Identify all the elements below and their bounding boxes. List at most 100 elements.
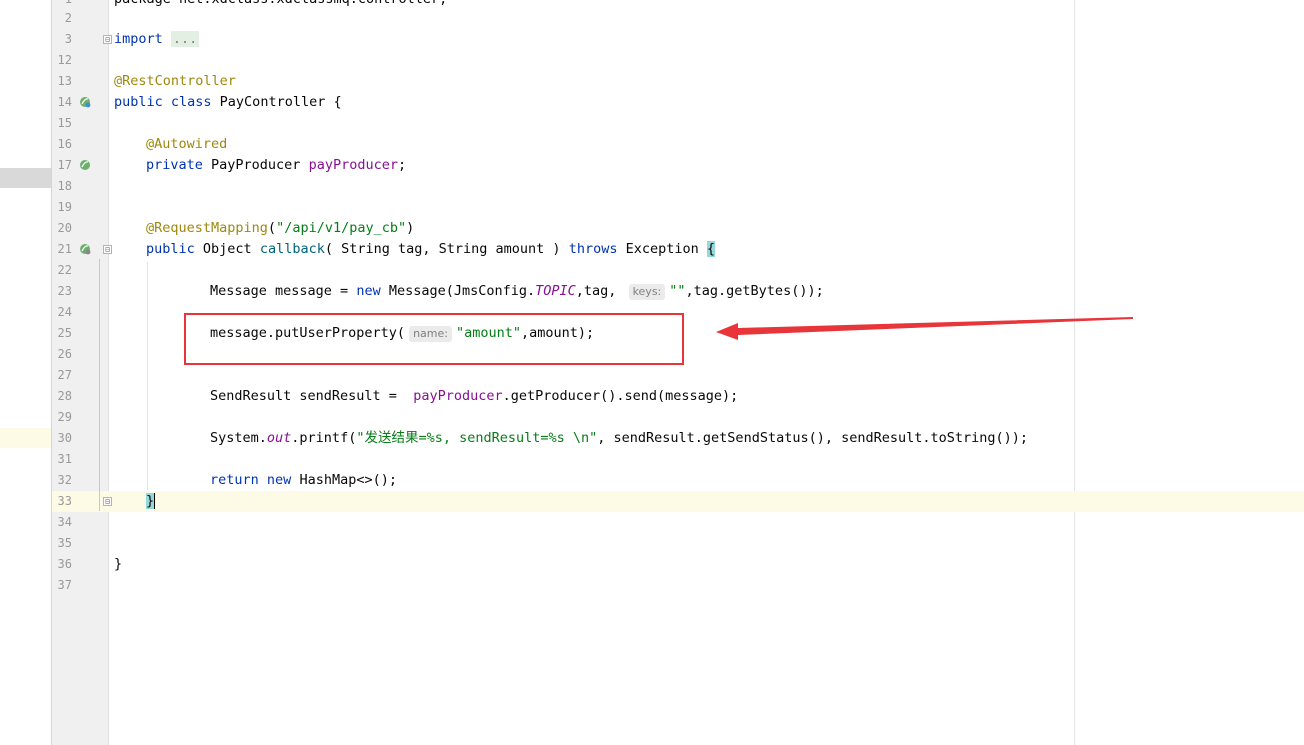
spring-request-mapping-icon[interactable] xyxy=(79,243,91,255)
code-line[interactable]: 37 xyxy=(52,575,1304,596)
line-number: 27 xyxy=(57,368,72,382)
code-line[interactable]: 34 xyxy=(52,512,1304,533)
line-number: 12 xyxy=(57,53,72,67)
code-fragment: ) xyxy=(406,220,415,236)
line-number: 28 xyxy=(57,389,72,403)
matched-brace: { xyxy=(706,241,716,257)
line-number: 3 xyxy=(64,32,72,46)
line-number: 25 xyxy=(57,326,72,340)
code-line[interactable]: 2 xyxy=(52,8,1304,29)
annotation: @Autowired xyxy=(146,136,228,152)
text-caret xyxy=(154,493,156,509)
spring-autowired-icon[interactable] xyxy=(79,159,91,171)
fold-region-line xyxy=(99,259,100,511)
line-number: 37 xyxy=(57,578,72,592)
code-text: System.out.printf("发送结果=%s, sendResult=%… xyxy=(210,428,1028,449)
code-fragment: SendResult sendResult = xyxy=(210,388,414,404)
code-line[interactable]: 18 xyxy=(52,176,1304,197)
code-line[interactable]: 28 SendResult sendResult = payProducer.g… xyxy=(52,386,1304,407)
code-line[interactable]: 32 return new HashMap<>(); xyxy=(52,470,1304,491)
line-number: 24 xyxy=(57,305,72,319)
string-literal: "/api/v1/pay_cb" xyxy=(276,220,407,236)
code-line[interactable]: 36 } xyxy=(52,554,1304,575)
code-line[interactable]: 15 xyxy=(52,113,1304,134)
code-text: @RequestMapping("/api/v1/pay_cb") xyxy=(146,218,414,239)
fold-icon[interactable]: ⊟ xyxy=(103,35,112,44)
code-line[interactable]: 3 ⊟ import ... xyxy=(52,29,1304,50)
code-line[interactable]: 31 xyxy=(52,449,1304,470)
code-fragment: PayController { xyxy=(211,94,342,110)
keyword: return xyxy=(210,472,259,488)
folded-imports[interactable]: ... xyxy=(170,31,200,47)
keyword: public class xyxy=(114,94,212,110)
code-line[interactable]: 35 xyxy=(52,533,1304,554)
highlight-box xyxy=(184,313,684,365)
parameter-hint: keys: xyxy=(628,284,666,300)
line-number: 23 xyxy=(57,284,72,298)
annotation: @RestController xyxy=(114,73,236,89)
line-number: 20 xyxy=(57,221,72,235)
line-number: 31 xyxy=(57,452,72,466)
line-number: 22 xyxy=(57,263,72,277)
left-panel-caret-row xyxy=(0,428,51,448)
annotation-arrow xyxy=(716,317,1133,340)
annotation: @RequestMapping xyxy=(146,220,268,236)
code-text: return new HashMap<>(); xyxy=(210,470,397,491)
code-line[interactable]: 21 ⊟ public Object callback( String tag,… xyxy=(52,239,1304,260)
code-line[interactable]: 12 xyxy=(52,50,1304,71)
code-line[interactable]: 13 @RestController xyxy=(52,71,1304,92)
string-literal: "" xyxy=(669,283,686,299)
code-text: } xyxy=(114,554,122,575)
code-line[interactable]: 29 xyxy=(52,407,1304,428)
line-number: 17 xyxy=(57,158,72,172)
fold-icon[interactable]: ⊟ xyxy=(103,245,112,254)
code-line[interactable]: 30 System.out.printf("发送结果=%s, sendResul… xyxy=(52,428,1304,449)
keyword: throws xyxy=(568,241,618,257)
line-number: 21 xyxy=(57,242,72,256)
fold-icon[interactable]: ⊟ xyxy=(103,497,112,506)
keyword: import xyxy=(114,31,163,47)
code-text: public class PayController { xyxy=(114,92,342,113)
code-line[interactable]: 19 xyxy=(52,197,1304,218)
method-name: callback xyxy=(259,241,325,257)
string-literal: "发送结果=%s, sendResult=%s \n" xyxy=(356,430,598,446)
line-number: 36 xyxy=(57,557,72,571)
code-fragment xyxy=(259,472,267,488)
code-line[interactable]: 22 xyxy=(52,260,1304,281)
line-number: 32 xyxy=(57,473,72,487)
indent-guide xyxy=(147,262,148,490)
code-line[interactable]: 16 @Autowired xyxy=(52,134,1304,155)
code-text: private PayProducer payProducer; xyxy=(146,155,406,176)
code-line[interactable]: 14 public class PayController { xyxy=(52,92,1304,113)
code-fragment: ,tag.getBytes()); xyxy=(685,283,824,299)
code-fragment: } xyxy=(114,556,123,572)
code-fragment: PayProducer xyxy=(202,157,309,173)
keyword: public xyxy=(146,241,195,257)
code-text: } xyxy=(146,491,156,512)
matched-brace: } xyxy=(146,493,155,509)
line-number: 13 xyxy=(57,74,72,88)
static-field: out xyxy=(266,430,292,446)
code-text: import ... xyxy=(114,29,200,50)
line-number: 14 xyxy=(57,95,72,109)
line-number: 2 xyxy=(64,11,72,25)
spring-bean-icon[interactable] xyxy=(79,96,91,108)
code-fragment: ; xyxy=(397,157,407,173)
code-line[interactable]: 17 private PayProducer payProducer; xyxy=(52,155,1304,176)
code-line[interactable]: 27 xyxy=(52,365,1304,386)
code-fragment: HashMap<>(); xyxy=(291,472,397,488)
code-line-current[interactable]: 33 ⊟ } xyxy=(52,491,1304,512)
line-number: 34 xyxy=(57,515,72,529)
line-number: 33 xyxy=(57,494,72,508)
code-fragment: Message(JmsConfig. xyxy=(380,283,536,299)
line-number: 29 xyxy=(57,410,72,424)
code-text: SendResult sendResult = payProducer.getP… xyxy=(210,386,738,407)
code-fragment: .printf( xyxy=(291,430,357,446)
keyword: new xyxy=(266,472,292,488)
code-line[interactable]: 20 @RequestMapping("/api/v1/pay_cb") xyxy=(52,218,1304,239)
code-line[interactable]: 23 Message message = new Message(JmsConf… xyxy=(52,281,1304,302)
code-text: @RestController xyxy=(114,71,236,92)
static-field: TOPIC xyxy=(535,283,576,299)
left-panel-selection xyxy=(0,168,51,188)
code-fragment: ( String tag, String amount ) xyxy=(324,241,569,257)
